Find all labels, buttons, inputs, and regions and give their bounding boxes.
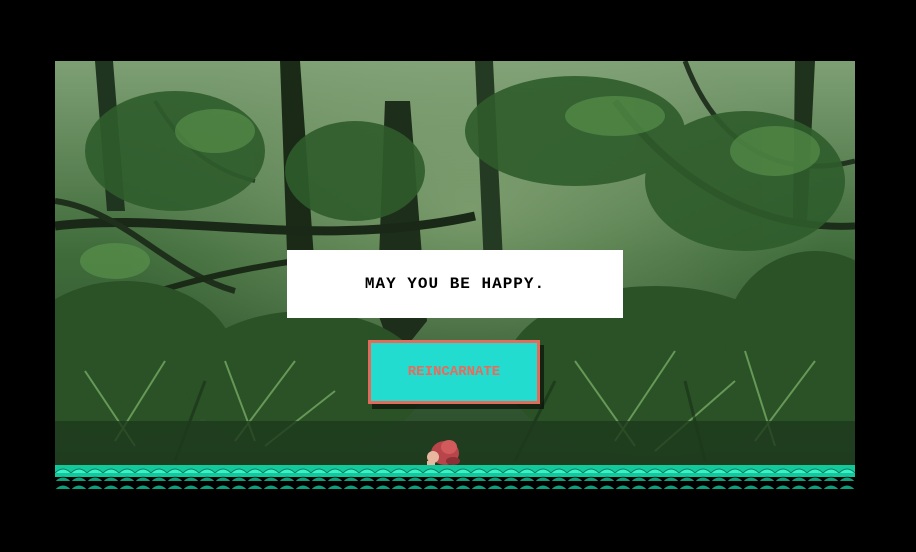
game-viewport: MAY YOU BE HAPPY. REINCARNATE (55, 61, 855, 491)
character-sprite (427, 440, 460, 465)
ground-tiles (55, 465, 855, 491)
game-message: MAY YOU BE HAPPY. (364, 275, 546, 293)
reincarnate-button-label: REINCARNATE (407, 364, 501, 380)
message-box: MAY YOU BE HAPPY. (287, 250, 623, 318)
reincarnate-button[interactable]: REINCARNATE (368, 340, 540, 404)
game-page: MAY YOU BE HAPPY. REINCARNATE (0, 0, 916, 552)
